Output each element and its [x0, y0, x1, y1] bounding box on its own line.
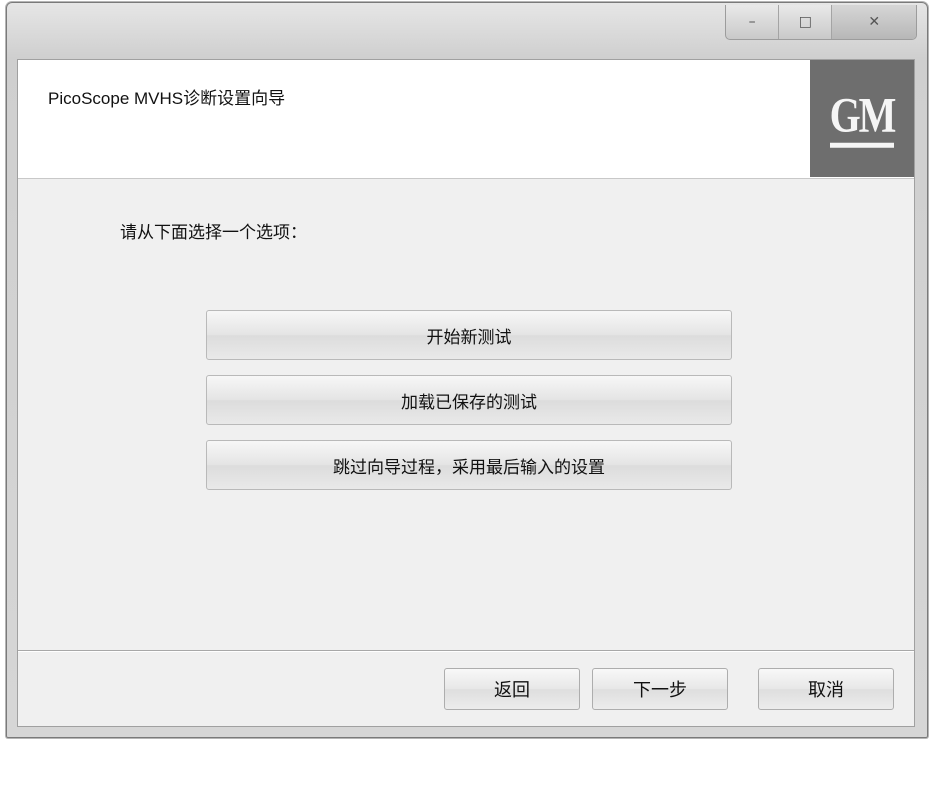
skip-wizard-label: 跳过向导过程，采用最后输入的设置 — [333, 457, 605, 478]
start-new-test-label: 开始新测试 — [426, 327, 512, 348]
option-prompt: 请从下面选择一个选项： — [120, 223, 307, 243]
start-new-test-button[interactable]: 开始新测试 — [206, 310, 732, 360]
minimize-icon: – — [748, 14, 756, 30]
footer-divider — [18, 650, 914, 652]
cancel-button[interactable]: 取消 — [758, 668, 894, 710]
wizard-header: PicoScope MVHS诊断设置向导 GM — [18, 60, 914, 179]
next-button-label: 下一步 — [633, 680, 687, 701]
back-button-label: 返回 — [494, 680, 530, 701]
gm-logo-text: GM — [829, 89, 896, 148]
load-saved-test-button[interactable]: 加载已保存的测试 — [206, 375, 732, 425]
back-button[interactable]: 返回 — [444, 668, 580, 710]
next-button[interactable]: 下一步 — [592, 668, 728, 710]
load-saved-test-label: 加载已保存的测试 — [401, 392, 537, 413]
minimize-button[interactable]: – — [726, 5, 780, 39]
maximize-icon: □ — [798, 14, 812, 30]
caption-buttons: – □ ✕ — [725, 5, 917, 40]
maximize-button[interactable]: □ — [779, 5, 833, 39]
cancel-button-label: 取消 — [808, 680, 844, 701]
skip-wizard-button[interactable]: 跳过向导过程，采用最后输入的设置 — [206, 440, 732, 490]
wizard-title: PicoScope MVHS诊断设置向导 — [48, 89, 286, 108]
gm-logo: GM — [810, 60, 914, 177]
setup-wizard-window: – □ ✕ PicoScope MVHS诊断设置向导 GM 请从下面选择一个选项… — [6, 2, 928, 738]
title-bar[interactable]: – □ ✕ — [7, 3, 927, 58]
wizard-client-area: PicoScope MVHS诊断设置向导 GM 请从下面选择一个选项： 开始新测… — [17, 59, 915, 727]
close-button[interactable]: ✕ — [832, 5, 916, 39]
close-icon: ✕ — [868, 14, 881, 30]
